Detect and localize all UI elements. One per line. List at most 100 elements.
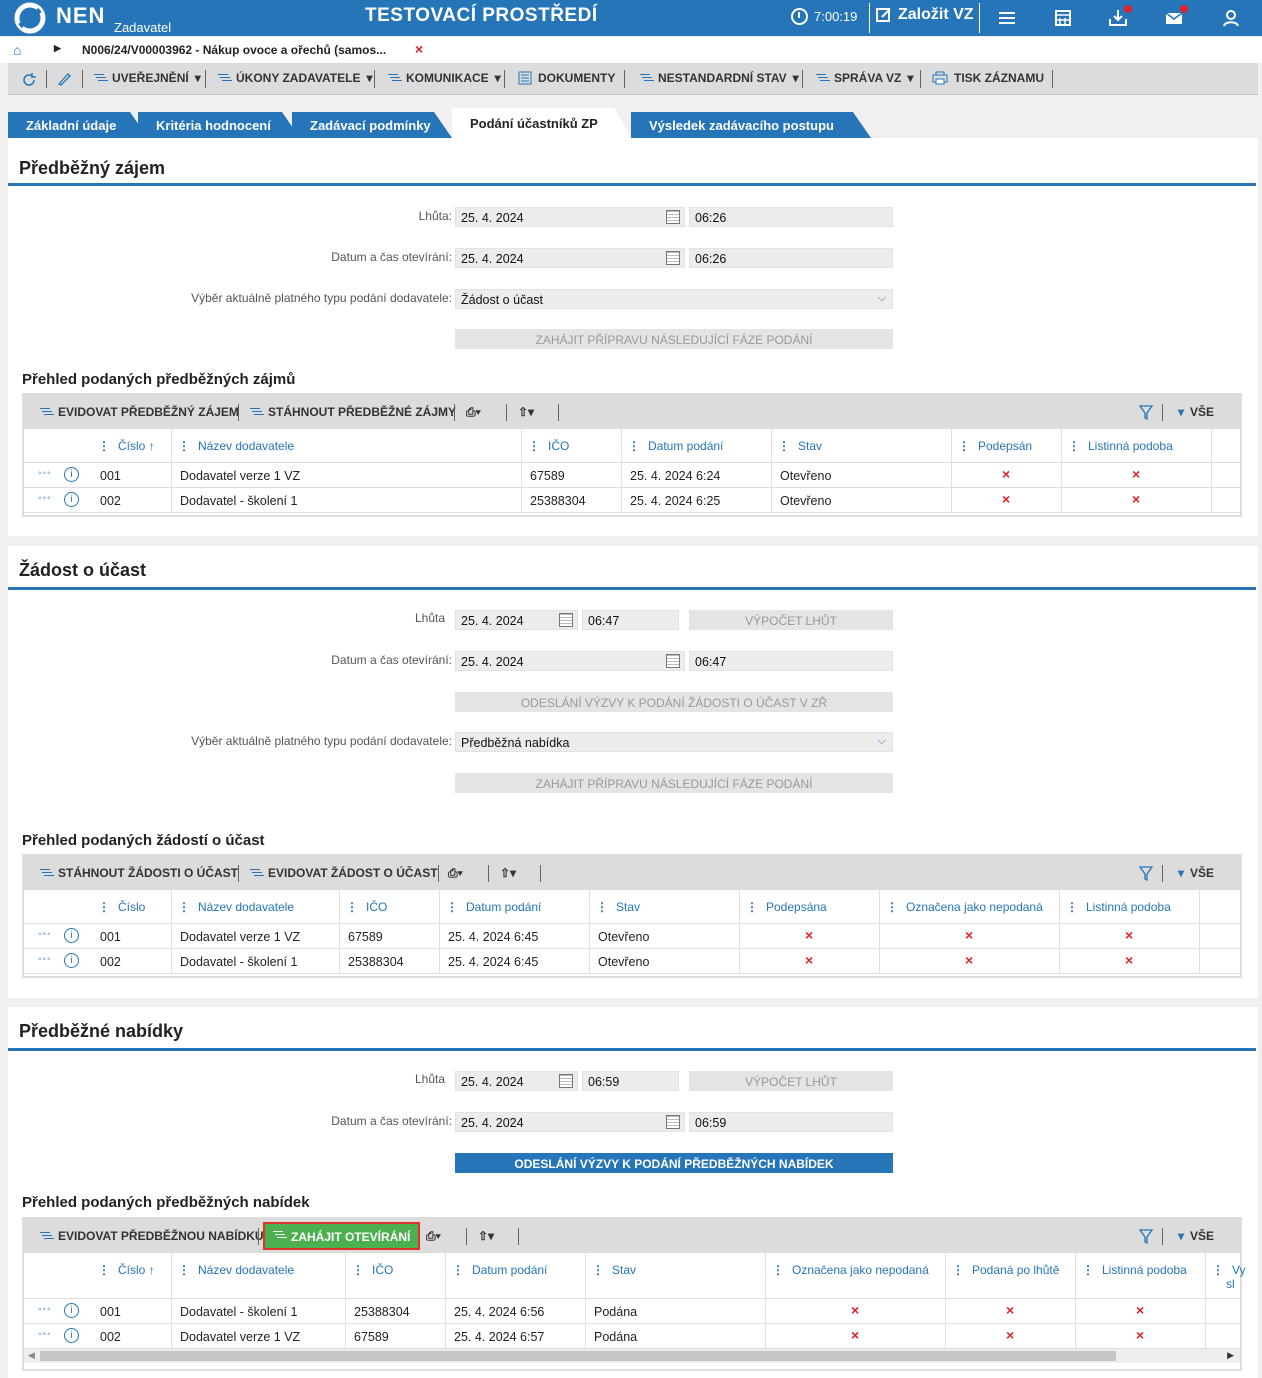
info-icon[interactable]: i	[64, 953, 79, 968]
scrollbar-thumb[interactable]	[40, 1351, 1116, 1361]
menu-documents[interactable]: DOKUMENTY	[518, 71, 615, 85]
start-next-phase-button[interactable]: ZAHÁJIT PŘÍPRAVU NÁSLEDUJÍCÍ FÁZE PODÁNÍ	[455, 773, 893, 793]
show-all-dropdown[interactable]: ▾ VŠE	[1178, 1229, 1214, 1243]
filter-icon[interactable]	[1139, 405, 1153, 420]
register-request-button[interactable]: EVIDOVAT ŽÁDOST O ÚČAST	[250, 866, 438, 880]
calendar-icon[interactable]	[666, 210, 680, 224]
menu-contracting-acts[interactable]: ÚKONY ZADAVATELE ▾	[218, 71, 372, 85]
tab-result[interactable]: Výsledek zadávacího postupu	[631, 112, 871, 138]
show-all-dropdown[interactable]: ▾ VŠE	[1178, 405, 1214, 419]
col-header-ico[interactable]: ⋮ IČO	[346, 900, 387, 914]
col-header-date[interactable]: ⋮ Datum podání	[452, 1263, 547, 1277]
table-row[interactable]: ◦◦◦ i 001 Dodavatel verze 1 VZ 67589 25. …	[24, 924, 1240, 949]
col-header-number[interactable]: ⋮ Číslo ↑	[98, 1263, 155, 1277]
deadline-date-field[interactable]: 25. 4. 2024	[455, 1071, 578, 1091]
col-header-paper[interactable]: ⋮ Listinná podoba	[1066, 900, 1171, 914]
register-offer-button[interactable]: EVIDOVAT PŘEDBĚŽNOU NABÍDKU	[40, 1229, 264, 1243]
menu-communication[interactable]: KOMUNIKACE ▾	[388, 71, 501, 85]
col-header-state[interactable]: ⋮ Stav	[596, 900, 640, 914]
export-dropdown[interactable]: ⇧▾	[500, 866, 516, 880]
create-vz-button[interactable]: Založit VZ	[876, 6, 974, 24]
menu-icon[interactable]	[996, 7, 1018, 29]
scroll-left-icon[interactable]: ◀	[28, 1350, 35, 1361]
more-icon[interactable]: ◦◦◦	[38, 1304, 52, 1315]
calendar-icon[interactable]	[1052, 7, 1074, 29]
col-header-paper[interactable]: ⋮ Listinná podoba	[1082, 1263, 1187, 1277]
col-header-not-submitted[interactable]: ⋮ Označena jako nepodaná	[772, 1263, 929, 1277]
deadline-date-field[interactable]: 25. 4. 2024	[455, 207, 685, 227]
col-header-number[interactable]: ⋮ Číslo ↑	[98, 439, 155, 453]
submission-type-select[interactable]: Předběžná nabídka ⌵	[455, 732, 893, 752]
compute-deadlines-button[interactable]: VÝPOČET LHŮT	[689, 1071, 893, 1091]
table-row[interactable]: ◦◦◦ i 002 Dodavatel - školení 1 25388304 …	[24, 488, 1240, 513]
send-invitation-button[interactable]: ODESLÁNÍ VÝZVY K PODÁNÍ ŽÁDOSTI O ÚČAST …	[455, 692, 893, 712]
info-icon[interactable]: i	[64, 492, 79, 507]
more-icon[interactable]: ◦◦◦	[38, 954, 52, 965]
menu-nonstandard-state[interactable]: NESTANDARDNÍ STAV ▾	[640, 71, 799, 85]
more-icon[interactable]: ◦◦◦	[38, 929, 52, 940]
col-header-supplier[interactable]: ⋮ Název dodavatele	[178, 439, 294, 453]
opening-time-field[interactable]: 06:26	[689, 248, 893, 268]
download-requests-button[interactable]: STÁHNOUT ŽÁDOSTI O ÚČAST	[40, 866, 238, 880]
table-row[interactable]: ◦◦◦ i 002 Dodavatel - školení 1 25388304 …	[24, 949, 1240, 974]
menu-print-record[interactable]: TISK ZÁZNAMU	[932, 71, 1044, 85]
col-header-paper[interactable]: ⋮ Listinná podoba	[1068, 439, 1173, 453]
tab-submissions[interactable]: Podání účastníků ZP	[452, 108, 632, 138]
opening-date-field[interactable]: 25. 4. 2024	[455, 651, 685, 671]
table-row[interactable]: ◦◦◦ i 001 Dodavatel - školení 1 25388304 …	[24, 1299, 1240, 1324]
opening-time-field[interactable]: 06:47	[689, 651, 893, 671]
filter-icon[interactable]	[1139, 1229, 1153, 1244]
send-offer-invitation-button[interactable]: ODESLÁNÍ VÝZVY K PODÁNÍ PŘEDBĚŽNÝCH NABÍ…	[455, 1153, 893, 1173]
menu-vz-management[interactable]: SPRÁVA VZ ▾	[816, 71, 913, 85]
col-header-date[interactable]: ⋮ Datum podání	[628, 439, 723, 453]
export-dropdown[interactable]: ⇧▾	[478, 1229, 494, 1243]
more-icon[interactable]: ◦◦◦	[38, 1329, 52, 1340]
more-icon[interactable]: ◦◦◦	[38, 493, 52, 504]
calendar-icon[interactable]	[666, 251, 680, 265]
col-header-truncated[interactable]: ⋮ Vy sl	[1212, 1263, 1246, 1291]
register-interest-button[interactable]: EVIDOVAT PŘEDBĚŽNÝ ZÁJEM	[40, 405, 239, 419]
col-header-supplier[interactable]: ⋮ Název dodavatele	[178, 900, 294, 914]
table-row[interactable]: ◦◦◦ i 002 Dodavatel verze 1 VZ 67589 25. …	[24, 1324, 1240, 1349]
deadline-time-field[interactable]: 06:26	[689, 207, 893, 227]
col-header-not-submitted[interactable]: ⋮ Označena jako nepodaná	[886, 900, 1043, 914]
start-opening-button[interactable]: ZAHÁJIT OTEVÍRÁNÍ	[263, 1222, 421, 1250]
deadline-time-field[interactable]: 06:47	[582, 610, 679, 630]
close-icon[interactable]: ×	[415, 41, 423, 57]
opening-date-field[interactable]: 25. 4. 2024	[455, 248, 685, 268]
compute-deadlines-button[interactable]: VÝPOČET LHŮT	[689, 610, 893, 630]
calendar-icon[interactable]	[666, 1115, 680, 1129]
col-header-state[interactable]: ⋮ Stav	[592, 1263, 636, 1277]
col-header-signed[interactable]: ⋮ Podepsán	[958, 439, 1032, 453]
info-icon[interactable]: i	[64, 1328, 79, 1343]
calendar-icon[interactable]	[559, 613, 573, 627]
print-dropdown[interactable]: ⎙▾	[448, 866, 463, 881]
calendar-icon[interactable]	[666, 654, 680, 668]
opening-date-field[interactable]: 25. 4. 2024	[455, 1112, 685, 1132]
export-dropdown[interactable]: ⇧▾	[518, 405, 534, 419]
col-header-signed[interactable]: ⋮ Podepsána	[746, 900, 827, 914]
more-icon[interactable]: ◦◦◦	[38, 468, 52, 479]
col-header-state[interactable]: ⋮ Stav	[778, 439, 822, 453]
user-icon[interactable]	[1220, 7, 1242, 29]
tab-evaluation-criteria[interactable]: Kritéria hodnocení	[138, 112, 300, 138]
col-header-number[interactable]: ⋮ Číslo	[98, 900, 145, 914]
menu-publication[interactable]: UVEŘEJNĚNÍ ▾	[94, 71, 201, 85]
info-icon[interactable]: i	[64, 1303, 79, 1318]
table-row[interactable]: ◦◦◦ i 001 Dodavatel verze 1 VZ 67589 25. …	[24, 463, 1240, 488]
scroll-right-icon[interactable]: ▶	[1227, 1350, 1234, 1361]
refresh-icon[interactable]	[20, 71, 38, 89]
tab-basic-info[interactable]: Základní údaje	[8, 112, 148, 138]
download-interests-button[interactable]: STÁHNOUT PŘEDBĚŽNÉ ZÁJMY	[250, 405, 456, 419]
home-icon[interactable]: ⌂	[13, 42, 21, 58]
deadline-time-field[interactable]: 06:59	[582, 1071, 679, 1091]
col-header-supplier[interactable]: ⋮ Název dodavatele	[178, 1263, 294, 1277]
horizontal-scrollbar[interactable]: ◀ ▶	[24, 1349, 1240, 1363]
opening-time-field[interactable]: 06:59	[689, 1112, 893, 1132]
print-dropdown[interactable]: ⎙▾	[466, 405, 481, 420]
info-icon[interactable]: i	[64, 928, 79, 943]
submission-type-select[interactable]: Žádost o účast ⌵	[455, 289, 893, 309]
deadline-date-field[interactable]: 25. 4. 2024	[455, 610, 578, 630]
print-dropdown[interactable]: ⎙▾	[426, 1229, 441, 1244]
col-header-late[interactable]: ⋮ Podaná po lhůtě	[952, 1263, 1059, 1277]
